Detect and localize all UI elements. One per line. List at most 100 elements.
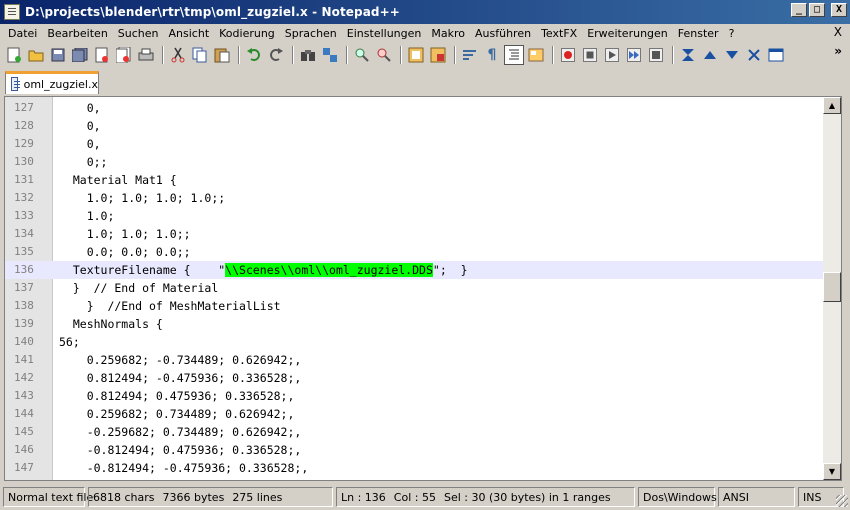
- status-encoding: ANSI: [718, 487, 795, 507]
- scroll-up-button[interactable]: ▲: [823, 97, 841, 114]
- toolbar-separator: [238, 46, 240, 64]
- copy-icon[interactable]: [190, 45, 210, 65]
- console-icon[interactable]: [766, 45, 786, 65]
- toolbar-overflow-button[interactable]: »: [834, 44, 842, 58]
- cut-icon[interactable]: [168, 45, 188, 65]
- line-number: 142: [14, 371, 34, 384]
- line-number: 143: [14, 389, 34, 402]
- code-line[interactable]: 127 0,: [5, 99, 823, 117]
- collapse-icon[interactable]: [678, 45, 698, 65]
- open-file-icon[interactable]: [26, 45, 46, 65]
- code-line[interactable]: 140 56;: [5, 333, 823, 351]
- record-macro-icon[interactable]: [558, 45, 578, 65]
- undo-icon[interactable]: [244, 45, 264, 65]
- menu-makro[interactable]: Makro: [426, 27, 470, 40]
- vertical-scrollbar[interactable]: ▲ ▼: [823, 97, 841, 480]
- toolbar-separator: [162, 46, 164, 64]
- code-line[interactable]: 133 1.0;: [5, 207, 823, 225]
- print-icon[interactable]: [136, 45, 156, 65]
- menu-ansicht[interactable]: Ansicht: [164, 27, 215, 40]
- code-text: 0,: [59, 101, 101, 115]
- word-wrap-icon[interactable]: [460, 45, 480, 65]
- code-text: 1.0;: [59, 209, 115, 223]
- menu-fenster[interactable]: Fenster: [673, 27, 724, 40]
- resize-grip[interactable]: [836, 495, 848, 507]
- save-all-icon[interactable]: [70, 45, 90, 65]
- code-line[interactable]: 147 -0.812494; -0.475936; 0.336528;,: [5, 459, 823, 477]
- sync-horizontal-icon[interactable]: [428, 45, 448, 65]
- zoom-in-icon[interactable]: [352, 45, 372, 65]
- line-number: 136: [14, 263, 34, 276]
- code-line[interactable]: 131 Material Mat1 {: [5, 171, 823, 189]
- menu-suchen[interactable]: Suchen: [113, 27, 164, 40]
- run-macro-multiple-icon[interactable]: [624, 45, 644, 65]
- toolbar-separator: [454, 46, 456, 64]
- close-button[interactable]: X: [831, 3, 847, 17]
- close-document-button[interactable]: X: [834, 25, 842, 39]
- sync-vertical-icon[interactable]: [406, 45, 426, 65]
- window-title: D:\projects\blender\rtr\tmp\oml_zugziel.…: [25, 5, 400, 19]
- menu-ausfuehren[interactable]: Ausführen: [470, 27, 536, 40]
- indent-guide-icon[interactable]: [504, 45, 524, 65]
- code-line[interactable]: 128 0,: [5, 117, 823, 135]
- new-file-icon[interactable]: [4, 45, 24, 65]
- menu-einstellungen[interactable]: Einstellungen: [342, 27, 427, 40]
- save-icon[interactable]: [48, 45, 68, 65]
- code-line[interactable]: 132 1.0; 1.0; 1.0; 1.0;;: [5, 189, 823, 207]
- arrow-up-icon[interactable]: [700, 45, 720, 65]
- line-number: 128: [14, 119, 34, 132]
- text-editor[interactable]: 127 0, 128 0, 129 0, 130 0;; 131 Material Ma…: [4, 96, 842, 481]
- save-macro-icon[interactable]: [646, 45, 666, 65]
- code-line[interactable]: 138 } //End of MeshMaterialList: [5, 297, 823, 315]
- menu-erweiterungen[interactable]: Erweiterungen: [582, 27, 673, 40]
- code-line[interactable]: 142 0.812494; -0.475936; 0.336528;,: [5, 369, 823, 387]
- menu-textfx[interactable]: TextFX: [536, 27, 582, 40]
- play-macro-icon[interactable]: [602, 45, 622, 65]
- code-line[interactable]: 141 0.259682; -0.734489; 0.626942;,: [5, 351, 823, 369]
- code-line[interactable]: 129 0,: [5, 135, 823, 153]
- code-line[interactable]: 139 MeshNormals {: [5, 315, 823, 333]
- notepad-app-icon[interactable]: [4, 4, 20, 20]
- menu-datei[interactable]: Datei: [3, 27, 42, 40]
- zoom-out-icon[interactable]: [374, 45, 394, 65]
- line-number: 130: [14, 155, 34, 168]
- menu-bearbeiten[interactable]: Bearbeiten: [42, 27, 112, 40]
- code-line[interactable]: 146 -0.812494; 0.475936; 0.336528;,: [5, 441, 823, 459]
- show-all-chars-icon[interactable]: ¶: [482, 45, 502, 65]
- line-number: 132: [14, 191, 34, 204]
- arrow-down-icon[interactable]: [722, 45, 742, 65]
- code-line[interactable]: 145 -0.259682; 0.734489; 0.626942;,: [5, 423, 823, 441]
- maximize-button[interactable]: □: [809, 3, 825, 17]
- status-eol: Dos\Windows: [638, 487, 717, 507]
- menu-kodierung[interactable]: Kodierung: [214, 27, 280, 40]
- find-icon[interactable]: [298, 45, 318, 65]
- code-line[interactable]: 135 0.0; 0.0; 0.0;;: [5, 243, 823, 261]
- close-file-icon[interactable]: [92, 45, 112, 65]
- close-all-icon[interactable]: [114, 45, 134, 65]
- tab-oml-zugziel[interactable]: oml_zugziel.x: [5, 71, 99, 94]
- user-lang-icon[interactable]: [526, 45, 546, 65]
- scroll-down-button[interactable]: ▼: [823, 463, 841, 480]
- scroll-thumb[interactable]: [823, 272, 841, 302]
- status-ln: Ln : 136: [341, 490, 386, 504]
- menu-sprachen[interactable]: Sprachen: [280, 27, 342, 40]
- tab-bar: oml_zugziel.x: [0, 68, 850, 94]
- stop-macro-icon[interactable]: [580, 45, 600, 65]
- code-line[interactable]: 134 1.0; 1.0; 1.0;;: [5, 225, 823, 243]
- menu-help[interactable]: ?: [724, 27, 740, 40]
- code-line[interactable]: 144 0.259682; 0.734489; 0.626942;,: [5, 405, 823, 423]
- status-col: Col : 55: [393, 490, 436, 504]
- code-line[interactable]: 130 0;;: [5, 153, 823, 171]
- paste-icon[interactable]: [212, 45, 232, 65]
- current-line[interactable]: 136 TextureFilename { "\\Scenes\\oml\\om…: [5, 261, 823, 279]
- minimize-button[interactable]: _: [791, 3, 807, 17]
- redo-icon[interactable]: [266, 45, 286, 65]
- code-line[interactable]: 137 } // End of Material: [5, 279, 823, 297]
- code-text: 0,: [59, 119, 101, 133]
- code-text: 0,: [59, 137, 101, 151]
- replace-icon[interactable]: [320, 45, 340, 65]
- code-text: } //End of MeshMaterialList: [59, 299, 281, 313]
- close-x-icon[interactable]: [744, 45, 764, 65]
- line-number: 135: [14, 245, 34, 258]
- code-line[interactable]: 143 0.812494; 0.475936; 0.336528;,: [5, 387, 823, 405]
